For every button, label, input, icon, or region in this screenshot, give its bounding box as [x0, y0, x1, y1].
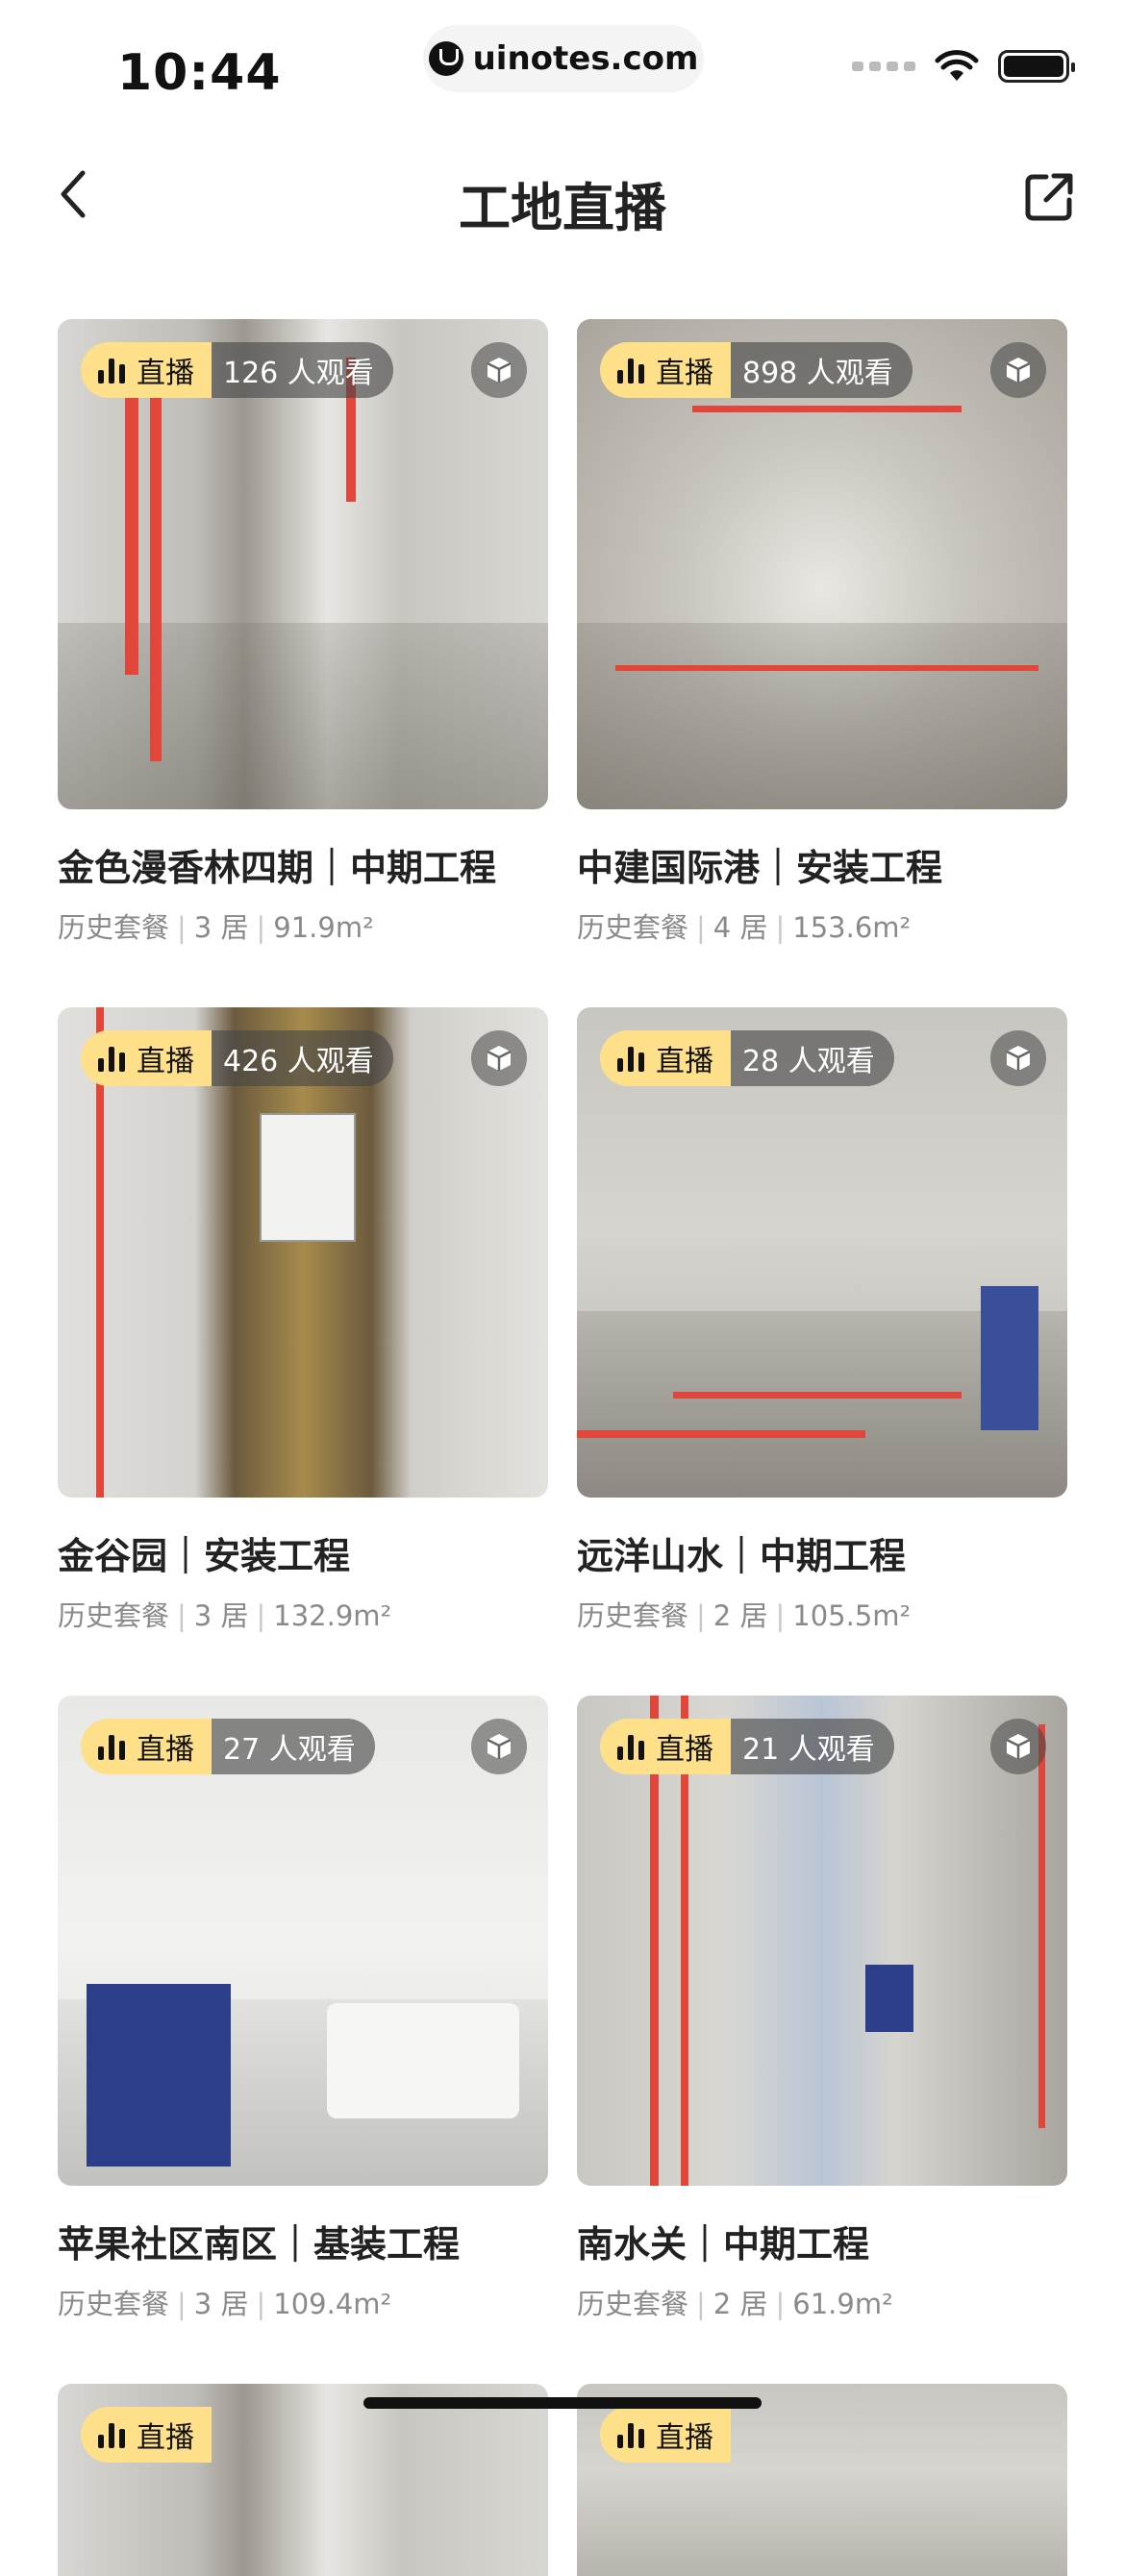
page-title: 工地直播	[459, 178, 666, 238]
card-meta: 历史套餐 | 2 居 | 105.5m²	[577, 1599, 912, 1632]
card-area: 132.9m²	[273, 1599, 392, 1632]
live-label: 直播	[137, 1733, 194, 1767]
live-bars-icon	[617, 1733, 646, 1760]
live-bars-icon	[617, 1045, 646, 1072]
live-bars-icon	[98, 1733, 127, 1760]
card-title: 金谷园｜安装工程	[58, 1535, 351, 1577]
live-bars-icon	[98, 357, 127, 384]
card-rooms: 2 居	[712, 2288, 768, 2320]
viewer-count: 27 人观看	[212, 1719, 375, 1774]
signal-icon	[852, 62, 915, 71]
card-rooms: 3 居	[193, 1599, 249, 1632]
nav-bar: 工地直播	[0, 144, 1125, 250]
card-meta: 历史套餐 | 3 居 | 109.4m²	[58, 2288, 392, 2320]
live-site-card-partial[interactable]: 直播	[577, 2384, 1067, 2576]
vr-cube-icon[interactable]	[471, 1719, 527, 1774]
card-package: 历史套餐	[58, 2288, 170, 2320]
card-package: 历史套餐	[58, 1599, 170, 1632]
card-package: 历史套餐	[577, 911, 689, 944]
live-label: 直播	[137, 1045, 194, 1078]
vr-cube-icon[interactable]	[471, 342, 527, 398]
card-area: 91.9m²	[273, 911, 374, 944]
live-site-card[interactable]: 直播 898 人观看 中建国际港｜安装工程 历史套餐 | 4 居 | 153.6m²	[577, 319, 1067, 1007]
site-thumbnail[interactable]: 直播	[577, 2384, 1067, 2576]
live-site-card[interactable]: 直播 126 人观看 金色漫香林四期｜中期工程 历史套餐 | 3 居 | 91.9m²	[58, 319, 548, 1007]
card-meta: 历史套餐 | 3 居 | 91.9m²	[58, 911, 374, 944]
vr-cube-icon[interactable]	[471, 1030, 527, 1086]
card-package: 历史套餐	[58, 911, 170, 944]
viewer-count: 28 人观看	[731, 1030, 894, 1086]
live-label: 直播	[656, 2421, 713, 2455]
live-badge: 直播	[81, 2407, 212, 2463]
site-logo-icon	[428, 41, 463, 76]
vr-cube-icon[interactable]	[990, 1719, 1046, 1774]
card-meta: 历史套餐 | 3 居 | 132.9m²	[58, 1599, 392, 1632]
site-thumbnail[interactable]: 直播 898 人观看	[577, 319, 1067, 809]
viewer-count: 21 人观看	[731, 1719, 894, 1774]
live-badge: 直播 426 人观看	[81, 1030, 393, 1086]
card-title: 中建国际港｜安装工程	[577, 847, 943, 889]
live-badge: 直播 27 人观看	[81, 1719, 375, 1774]
status-time: 10:44	[117, 44, 282, 102]
battery-icon	[998, 50, 1075, 83]
card-title: 南水关｜中期工程	[577, 2223, 870, 2266]
card-rooms: 3 居	[193, 2288, 249, 2320]
card-title: 苹果社区南区｜基装工程	[58, 2223, 461, 2266]
card-area: 109.4m²	[273, 2288, 392, 2320]
viewer-count: 898 人观看	[731, 342, 912, 398]
live-badge: 直播 126 人观看	[81, 342, 393, 398]
card-rooms: 4 居	[712, 911, 768, 944]
site-thumbnail[interactable]: 直播 126 人观看	[58, 319, 548, 809]
live-site-card-partial[interactable]: 直播	[58, 2384, 548, 2576]
live-site-card[interactable]: 直播 27 人观看 苹果社区南区｜基装工程 历史套餐 | 3 居 | 109.4m²	[58, 1696, 548, 2384]
site-thumbnail[interactable]: 直播 27 人观看	[58, 1696, 548, 2186]
viewer-count: 426 人观看	[212, 1030, 393, 1086]
live-site-card[interactable]: 直播 426 人观看 金谷园｜安装工程 历史套餐 | 3 居 | 132.9m²	[58, 1007, 548, 1696]
vr-cube-icon[interactable]	[990, 342, 1046, 398]
live-badge: 直播 28 人观看	[600, 1030, 894, 1086]
card-meta: 历史套餐 | 4 居 | 153.6m²	[577, 911, 912, 944]
card-package: 历史套餐	[577, 1599, 689, 1632]
site-thumbnail[interactable]: 直播 28 人观看	[577, 1007, 1067, 1498]
status-icons	[852, 50, 1075, 83]
card-meta: 历史套餐 | 2 居 | 61.9m²	[577, 2288, 893, 2320]
status-bar: 10:44 uinotes.com	[0, 0, 1125, 135]
viewer-count: 126 人观看	[212, 342, 393, 398]
live-badge: 直播	[600, 2407, 731, 2463]
live-badge: 直播 21 人观看	[600, 1719, 894, 1774]
card-area: 105.5m²	[792, 1599, 912, 1632]
live-bars-icon	[98, 2421, 127, 2448]
site-thumbnail[interactable]: 直播 21 人观看	[577, 1696, 1067, 2186]
share-icon[interactable]	[1021, 169, 1077, 225]
card-area: 153.6m²	[792, 911, 912, 944]
card-title: 金色漫香林四期｜中期工程	[58, 847, 497, 889]
live-bars-icon	[98, 1045, 127, 1072]
card-rooms: 2 居	[712, 1599, 768, 1632]
card-area: 61.9m²	[792, 2288, 893, 2320]
card-package: 历史套餐	[577, 2288, 689, 2320]
live-label: 直播	[137, 2421, 194, 2455]
live-label: 直播	[656, 357, 713, 390]
live-site-grid: 直播 126 人观看 金色漫香林四期｜中期工程 历史套餐 | 3 居 | 91.9m² …	[58, 319, 1067, 2576]
live-label: 直播	[137, 357, 194, 390]
url-pill[interactable]: uinotes.com	[423, 25, 704, 92]
live-site-card[interactable]: 直播 21 人观看 南水关｜中期工程 历史套餐 | 2 居 | 61.9m²	[577, 1696, 1067, 2384]
site-thumbnail[interactable]: 直播	[58, 2384, 548, 2576]
home-indicator[interactable]	[363, 2397, 762, 2409]
site-thumbnail[interactable]: 直播 426 人观看	[58, 1007, 548, 1498]
live-label: 直播	[656, 1733, 713, 1767]
live-label: 直播	[656, 1045, 713, 1078]
vr-cube-icon[interactable]	[990, 1030, 1046, 1086]
live-bars-icon	[617, 357, 646, 384]
card-title: 远洋山水｜中期工程	[577, 1535, 907, 1577]
card-rooms: 3 居	[193, 911, 249, 944]
live-site-card[interactable]: 直播 28 人观看 远洋山水｜中期工程 历史套餐 | 2 居 | 105.5m²	[577, 1007, 1067, 1696]
live-bars-icon	[617, 2421, 646, 2448]
wifi-icon	[935, 50, 979, 81]
live-badge: 直播 898 人观看	[600, 342, 912, 398]
url-text: uinotes.com	[472, 39, 699, 78]
